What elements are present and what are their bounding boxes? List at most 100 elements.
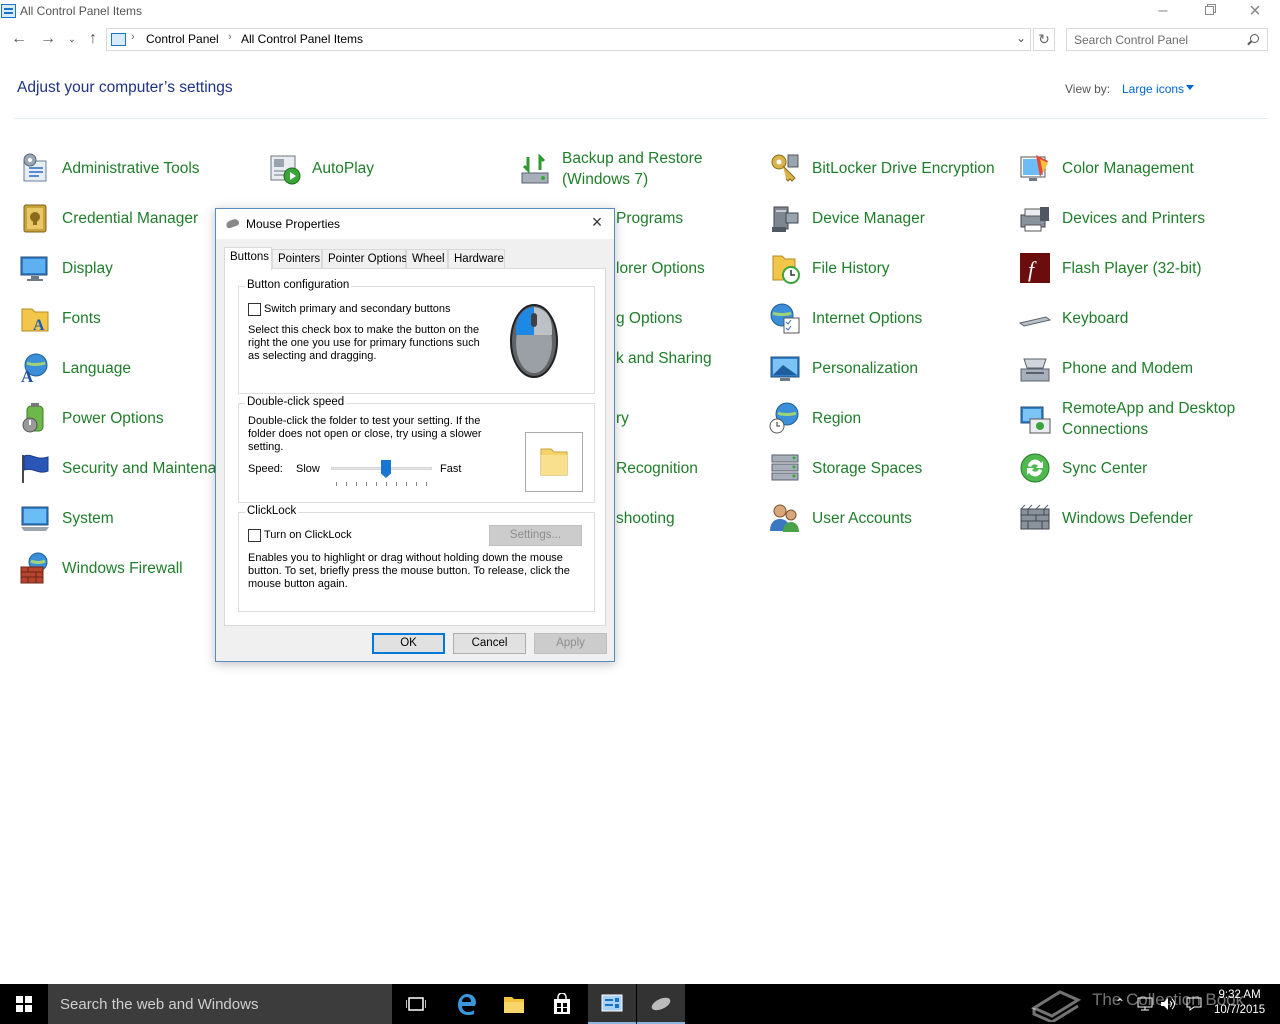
tab-hardware[interactable]: Hardware (448, 249, 505, 269)
desc-line: right the one you use for primary functi… (248, 337, 480, 349)
mouse-properties-taskbar-button[interactable] (637, 984, 685, 1024)
keyboard-icon (1018, 316, 1052, 327)
test-folder-area[interactable] (525, 432, 583, 492)
slider-thumb[interactable] (381, 460, 391, 478)
item-windows-firewall[interactable]: Windows Firewall (18, 548, 218, 588)
item-label: g Options (616, 310, 683, 327)
item-label: User Accounts (812, 510, 912, 527)
item-power-options[interactable]: Power Options (18, 398, 218, 438)
item-fonts[interactable]: A Fonts (18, 298, 218, 338)
sync-center-icon (1020, 453, 1050, 483)
view-by-dropdown[interactable]: Large icons (1122, 82, 1184, 96)
clock[interactable]: 9:32 AM 10/7/2015 (1214, 988, 1265, 1018)
taskbar-search-box[interactable]: Search the web and Windows (48, 984, 392, 1024)
item-administrative-tools[interactable]: Administrative Tools (18, 148, 218, 188)
item-display[interactable]: Display (18, 248, 218, 288)
item-label: ry (616, 410, 629, 427)
item-personalization[interactable]: Personalization (768, 348, 1008, 388)
minimize-button[interactable]: – (1140, 0, 1186, 24)
item-system[interactable]: System (18, 498, 218, 538)
restore-button[interactable] (1186, 0, 1232, 24)
item-keyboard[interactable]: Keyboard (1018, 298, 1268, 338)
show-hidden-icons-chevron-icon[interactable]: ⌃ (1115, 996, 1125, 1010)
store-button[interactable] (538, 984, 586, 1024)
switch-buttons-label[interactable]: Switch primary and secondary buttons (264, 303, 450, 316)
back-arrow-icon[interactable]: ← (9, 30, 29, 48)
item-bitlocker[interactable]: BitLocker Drive Encryption (768, 148, 1008, 188)
slider-tick (366, 482, 367, 486)
volume-icon[interactable] (1160, 997, 1176, 1011)
search-box[interactable] (1066, 28, 1268, 51)
task-view-button[interactable] (392, 984, 440, 1024)
item-phone-and-modem[interactable]: Phone and Modem (1018, 348, 1268, 388)
edge-button[interactable] (442, 984, 490, 1024)
close-button[interactable]: × (1232, 0, 1278, 24)
flash-player-icon: f (1020, 253, 1050, 283)
item-credential-manager[interactable]: Credential Manager (18, 198, 218, 238)
item-color-management[interactable]: Color Management (1018, 148, 1268, 188)
item-device-manager[interactable]: Device Manager (768, 198, 1008, 238)
breadcrumb-all-items[interactable]: All Control Panel Items (241, 32, 363, 46)
item-storage-spaces[interactable]: Storage Spaces (768, 448, 1008, 488)
item-user-accounts[interactable]: User Accounts (768, 498, 1008, 538)
remoteapp-icon (1020, 406, 1051, 434)
tab-wheel[interactable]: Wheel (406, 249, 448, 269)
switch-buttons-checkbox[interactable] (248, 303, 261, 316)
item-sync-center[interactable]: Sync Center (1018, 448, 1268, 488)
item-region[interactable]: Region (768, 398, 1008, 438)
up-arrow-icon[interactable]: ↑ (83, 30, 103, 48)
file-explorer-button[interactable] (490, 984, 538, 1024)
item-autoplay[interactable]: AutoPlay (268, 148, 468, 188)
address-dropdown-chevron-icon[interactable]: ⌄ (1016, 31, 1026, 45)
storage-spaces-icon (771, 454, 799, 481)
breadcrumb-control-panel[interactable]: Control Panel (146, 32, 219, 46)
item-language[interactable]: A Language (18, 348, 218, 388)
item-security-and-maintenance[interactable]: Security and Maintenance (18, 448, 215, 488)
double-click-speed-slider[interactable] (331, 460, 432, 488)
refresh-icon[interactable]: ↻ (1033, 28, 1055, 51)
control-panel-icon (601, 994, 623, 1012)
item-file-history[interactable]: File History (768, 248, 1008, 288)
tab-buttons[interactable]: Buttons (224, 247, 272, 270)
item-flash-player[interactable]: f Flash Player (32-bit) (1018, 248, 1268, 288)
security-maintenance-flag-icon (22, 454, 49, 483)
devices-and-printers-icon (1020, 207, 1049, 232)
item-internet-options[interactable]: Internet Options (768, 298, 1008, 338)
dialog-close-icon[interactable]: × (586, 212, 608, 233)
dialog-title: Mouse Properties (246, 217, 341, 231)
item-label: BitLocker Drive Encryption (812, 160, 995, 177)
double-click-speed-group: Double-click speed Double-click the fold… (238, 396, 595, 503)
control-panel-taskbar-button[interactable] (588, 984, 636, 1024)
item-windows-defender[interactable]: Windows Defender (1018, 498, 1268, 538)
dialog-titlebar[interactable]: Mouse Properties × (216, 209, 614, 239)
clicklock-label[interactable]: Turn on ClickLock (264, 529, 352, 542)
search-input[interactable] (1074, 30, 1244, 50)
address-field[interactable]: › Control Panel › All Control Panel Item… (106, 28, 1031, 51)
desc-line: Enables you to highlight or drag without… (248, 552, 563, 564)
recent-locations-chevron-icon[interactable]: ⌄ (62, 34, 82, 45)
tab-pointers[interactable]: Pointers (272, 249, 322, 269)
desc-line: button. To set, briefly press the mouse … (248, 565, 570, 577)
network-icon[interactable] (1137, 997, 1153, 1011)
apply-button[interactable]: Apply (534, 633, 607, 654)
item-label: Keyboard (1062, 310, 1129, 327)
device-manager-icon (772, 206, 799, 232)
search-icon[interactable] (1250, 34, 1259, 43)
windows-defender-icon (1020, 504, 1050, 530)
clicklock-settings-button[interactable]: Settings... (489, 525, 582, 546)
action-center-icon[interactable] (1186, 997, 1202, 1011)
clicklock-checkbox[interactable] (248, 529, 261, 542)
item-remoteapp[interactable]: RemoteApp and Desktop Connections (1018, 398, 1268, 442)
cancel-button[interactable]: Cancel (453, 633, 526, 654)
item-devices-and-printers[interactable]: Devices and Printers (1018, 198, 1268, 238)
start-button[interactable] (0, 984, 48, 1024)
clicklock-group: ClickLock Turn on ClickLock Settings... … (238, 505, 595, 612)
caret-down-icon[interactable] (1186, 85, 1194, 90)
slider-tick (386, 482, 387, 486)
item-label: (Windows 7) (562, 171, 649, 188)
tab-pointer-options[interactable]: Pointer Options (322, 249, 407, 269)
ok-button[interactable]: OK (372, 633, 445, 654)
forward-arrow-icon[interactable]: → (38, 30, 58, 48)
item-backup-and-restore[interactable]: Backup and Restore (Windows 7) (518, 148, 748, 192)
mouse-illustration-icon (510, 304, 558, 378)
